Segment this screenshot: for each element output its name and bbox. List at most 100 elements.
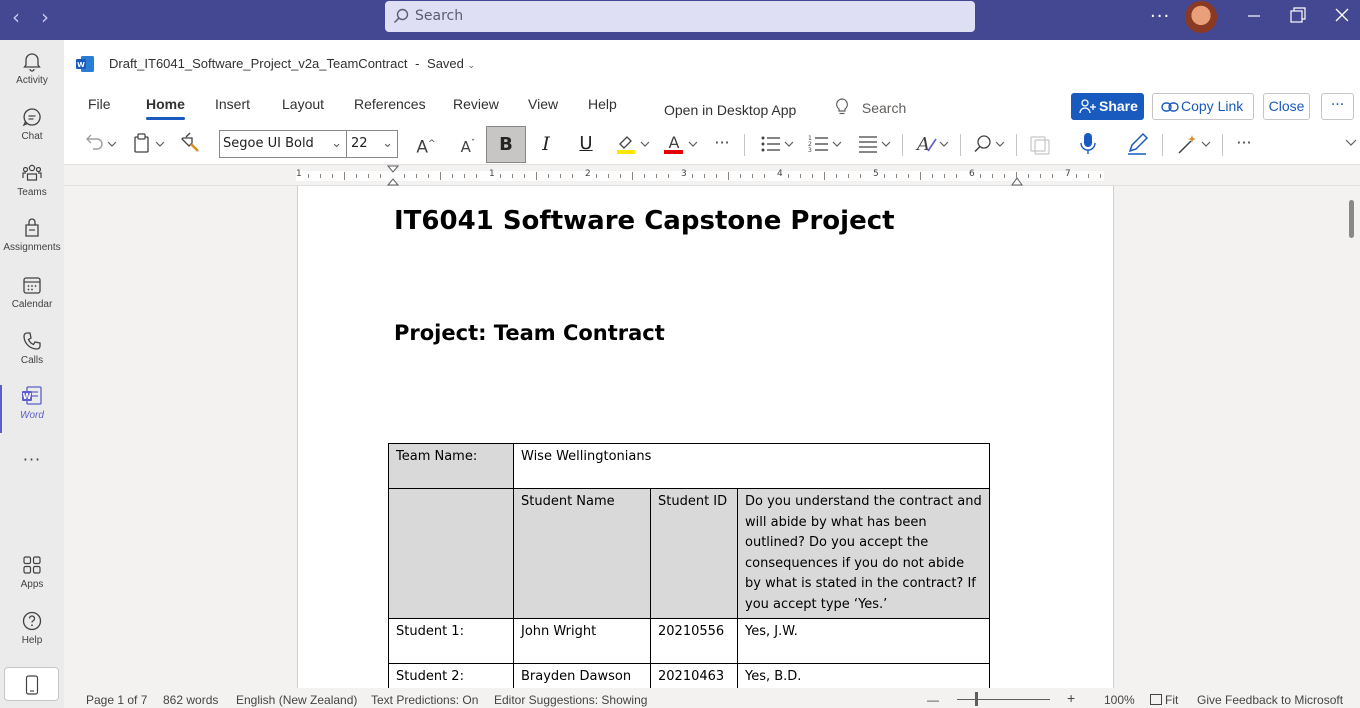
ruler-tick <box>800 174 801 178</box>
zoom-slider-thumb[interactable] <box>975 692 978 706</box>
rail-item-help[interactable]: Help <box>0 610 64 660</box>
reuse-files-icon[interactable] <box>1026 129 1054 159</box>
search-input[interactable]: Search <box>385 1 975 32</box>
font-color-icon[interactable]: A <box>662 129 700 159</box>
tab-file[interactable]: File <box>88 96 111 112</box>
format-painter-icon[interactable] <box>178 129 204 159</box>
row-label[interactable]: Student 1: <box>388 618 514 664</box>
italic-button[interactable]: I <box>536 129 556 159</box>
rail-item-chat[interactable]: Chat <box>0 106 64 156</box>
table-cell[interactable] <box>388 488 514 619</box>
word-count[interactable]: 862 words <box>163 693 218 707</box>
underline-button[interactable]: U <box>576 129 596 159</box>
highlighter-icon[interactable] <box>614 129 652 159</box>
rail-item-apps[interactable]: Apps <box>0 554 64 604</box>
close-window-button[interactable] <box>1328 4 1356 28</box>
document-subheading[interactable]: Project: Team Contract <box>394 321 665 345</box>
document-heading[interactable]: IT6041 Software Capstone Project <box>394 206 895 236</box>
document-page[interactable]: IT6041 Software Capstone Project Project… <box>297 186 1114 688</box>
open-desktop-app-button[interactable]: Open in Desktop App <box>664 102 796 118</box>
header-acceptance[interactable]: Do you understand the contract and will … <box>737 488 990 619</box>
font-name-select[interactable]: Segoe UI Bold ⌄ <box>219 130 347 158</box>
tab-references[interactable]: References <box>354 96 426 112</box>
find-icon[interactable] <box>970 129 1008 159</box>
page-count[interactable]: Page 1 of 7 <box>86 693 147 707</box>
left-indent-marker[interactable] <box>387 165 399 187</box>
rail-item-calendar[interactable]: Calendar <box>0 274 64 324</box>
text-predictions-status[interactable]: Text Predictions: On <box>371 693 478 707</box>
team-name-label[interactable]: Team Name: <box>388 443 514 489</box>
more-apps-icon[interactable]: ··· <box>0 450 64 472</box>
grow-font-button[interactable]: A^ <box>414 129 438 159</box>
tab-insert[interactable]: Insert <box>215 96 250 112</box>
rail-label: Teams <box>17 187 47 198</box>
header-student-id[interactable]: Student ID <box>650 488 738 619</box>
share-button[interactable]: Share <box>1071 93 1144 120</box>
ribbon-search[interactable]: Search <box>834 98 906 116</box>
header-student-name[interactable]: Student Name <box>513 488 651 619</box>
forward-arrow-icon[interactable]: › <box>33 6 57 30</box>
more-font-options-icon[interactable]: ··· <box>710 129 734 159</box>
lightbulb-icon <box>836 98 848 115</box>
document-canvas[interactable]: IT6041 Software Capstone Project Project… <box>64 186 1360 688</box>
font-size-select[interactable]: 22 ⌄ <box>346 130 398 158</box>
student-id-cell[interactable]: 20210556 <box>650 618 738 664</box>
copy-link-button[interactable]: Copy Link <box>1152 93 1254 120</box>
tab-layout[interactable]: Layout <box>282 96 324 112</box>
language-status[interactable]: English (New Zealand) <box>236 693 357 707</box>
rail-item-assignments[interactable]: Assignments <box>0 217 64 267</box>
tab-review[interactable]: Review <box>453 96 499 112</box>
document-title[interactable]: Draft_IT6041_Software_Project_v2a_TeamCo… <box>109 56 475 71</box>
back-arrow-icon[interactable]: ‹ <box>4 6 28 30</box>
zoom-level[interactable]: 100% <box>1104 693 1135 707</box>
more-commands-icon[interactable]: ··· <box>1232 129 1256 159</box>
tab-view[interactable]: View <box>528 96 558 112</box>
rail-item-activity[interactable]: Activity <box>0 50 64 100</box>
tab-home[interactable]: Home <box>146 96 185 120</box>
dictate-microphone-icon[interactable] <box>1074 129 1102 159</box>
styles-icon[interactable]: A <box>914 129 952 159</box>
student-name-cell[interactable]: John Wright <box>513 618 651 664</box>
collapse-ribbon-icon[interactable] <box>1344 136 1358 166</box>
row-label[interactable]: Student 2: <box>388 663 514 688</box>
align-icon[interactable] <box>856 129 894 159</box>
minimize-button[interactable] <box>1240 4 1268 28</box>
ruler-tick <box>608 174 609 178</box>
more-options-button[interactable]: ··· <box>1321 93 1354 120</box>
bullets-icon[interactable] <box>758 129 796 159</box>
svg-text:W: W <box>23 392 32 401</box>
more-options-icon[interactable]: ··· <box>1150 6 1170 27</box>
mobile-device-button[interactable] <box>4 667 59 701</box>
share-people-icon <box>1079 99 1096 114</box>
designer-wand-icon[interactable] <box>1174 129 1212 159</box>
bold-button[interactable]: B <box>486 126 526 163</box>
horizontal-ruler[interactable]: 1 1 2 3 4 5 6 7 <box>64 164 1360 186</box>
editor-pen-icon[interactable] <box>1124 129 1152 159</box>
undo-icon[interactable] <box>82 129 120 159</box>
tab-help[interactable]: Help <box>588 96 617 112</box>
vertical-scrollbar[interactable] <box>1349 200 1354 238</box>
student-id-cell[interactable]: 20210463 <box>650 663 738 688</box>
fit-button[interactable]: Fit <box>1150 693 1178 707</box>
zoom-out-button[interactable]: — <box>927 693 939 707</box>
paste-icon[interactable] <box>130 129 168 159</box>
rail-item-word[interactable]: W Word <box>0 385 64 435</box>
student-name-cell[interactable]: Brayden Dawson <box>513 663 651 688</box>
maximize-button[interactable] <box>1283 4 1311 28</box>
team-name-cell[interactable]: Wise Wellingtonians <box>513 443 990 489</box>
feedback-link[interactable]: Give Feedback to Microsoft <box>1197 693 1343 707</box>
avatar[interactable] <box>1185 1 1217 661</box>
editor-suggestions-status[interactable]: Editor Suggestions: Showing <box>494 693 647 707</box>
zoom-slider[interactable] <box>957 699 1050 700</box>
acceptance-cell[interactable]: Yes, J.W. <box>737 618 990 664</box>
acceptance-cell[interactable]: Yes, B.D. <box>737 663 990 688</box>
ruler-tick <box>344 172 345 180</box>
rail-item-calls[interactable]: Calls <box>0 330 64 380</box>
rail-item-teams[interactable]: Teams <box>0 162 64 212</box>
close-document-button[interactable]: Close <box>1263 93 1310 120</box>
numbering-icon[interactable]: 123 <box>806 129 844 159</box>
shrink-font-button[interactable]: Aˇ <box>456 129 480 159</box>
zoom-in-button[interactable]: + <box>1067 690 1075 706</box>
font-name-value: Segoe UI Bold <box>223 136 314 151</box>
right-indent-marker[interactable] <box>1011 173 1023 187</box>
